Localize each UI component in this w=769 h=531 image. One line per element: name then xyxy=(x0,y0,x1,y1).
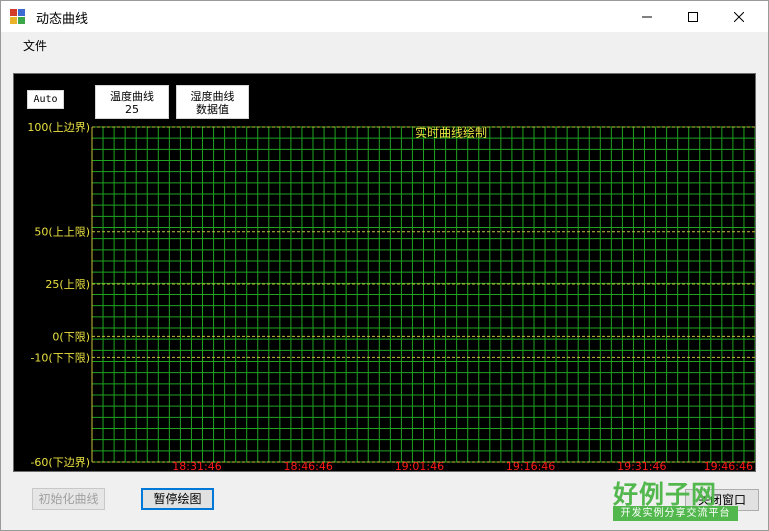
y-tick-label: 100(上边界) xyxy=(27,121,90,134)
app-icon xyxy=(10,9,25,24)
temperature-curve-label: 温度曲线 xyxy=(110,90,154,103)
menu-bar: 文件 xyxy=(1,32,768,56)
minimize-button[interactable] xyxy=(624,1,670,32)
pause-drawing-button[interactable]: 暂停绘图 xyxy=(141,488,214,510)
menu-file[interactable]: 文件 xyxy=(23,37,47,54)
watermark-subtitle: 开发实例分享交流平台 xyxy=(613,506,738,521)
close-window-button[interactable] xyxy=(716,1,762,32)
window-title: 动态曲线 xyxy=(36,12,89,27)
site-watermark: 好例子网 开发实例分享交流平台 xyxy=(613,475,738,521)
close-icon xyxy=(734,11,744,22)
y-tick-label: 25(上限) xyxy=(45,278,90,291)
x-tick-label: 19:01:46 xyxy=(395,460,444,471)
humidity-curve-button[interactable]: 湿度曲线 数据值 xyxy=(176,85,249,119)
auto-button[interactable]: Auto xyxy=(27,90,64,109)
maximize-button[interactable] xyxy=(670,1,716,32)
title-bar[interactable]: 动态曲线 xyxy=(1,1,768,32)
realtime-chart: 100(上边界) 50(上上限) 25(上限) 0(下限) -10(下下限) -60(下边… xyxy=(27,121,755,471)
humidity-value: 数据值 xyxy=(196,103,229,116)
x-tick-label: 19:31:46 xyxy=(617,460,666,471)
x-tick-label: 19:16:46 xyxy=(506,460,555,471)
x-tick-label: 19:46:46 xyxy=(704,460,753,471)
app-window: 动态曲线 文件 100(上边界) 50(上上限) 25(上限) 0(下限) -10(下下… xyxy=(0,0,769,531)
temperature-curve-button[interactable]: 温度曲线 25 xyxy=(95,85,169,119)
humidity-curve-label: 湿度曲线 xyxy=(190,90,235,103)
chart-title: 实时曲线绘制 xyxy=(415,125,487,140)
temperature-value: 25 xyxy=(125,103,139,116)
y-tick-label: 50(上上限) xyxy=(34,226,90,239)
chart-panel: 100(上边界) 50(上上限) 25(上限) 0(下限) -10(下下限) -60(下边… xyxy=(13,73,756,472)
y-tick-label: -60(下边界) xyxy=(30,456,90,469)
y-tick-label: 0(下限) xyxy=(52,330,90,343)
init-curve-button[interactable]: 初始化曲线 xyxy=(32,488,105,510)
maximize-icon xyxy=(688,11,698,22)
x-tick-label: 18:46:46 xyxy=(283,460,332,471)
x-tick-label: 18:31:46 xyxy=(172,460,221,471)
minimize-icon xyxy=(642,16,652,17)
y-tick-label: -10(下下限) xyxy=(30,351,90,364)
